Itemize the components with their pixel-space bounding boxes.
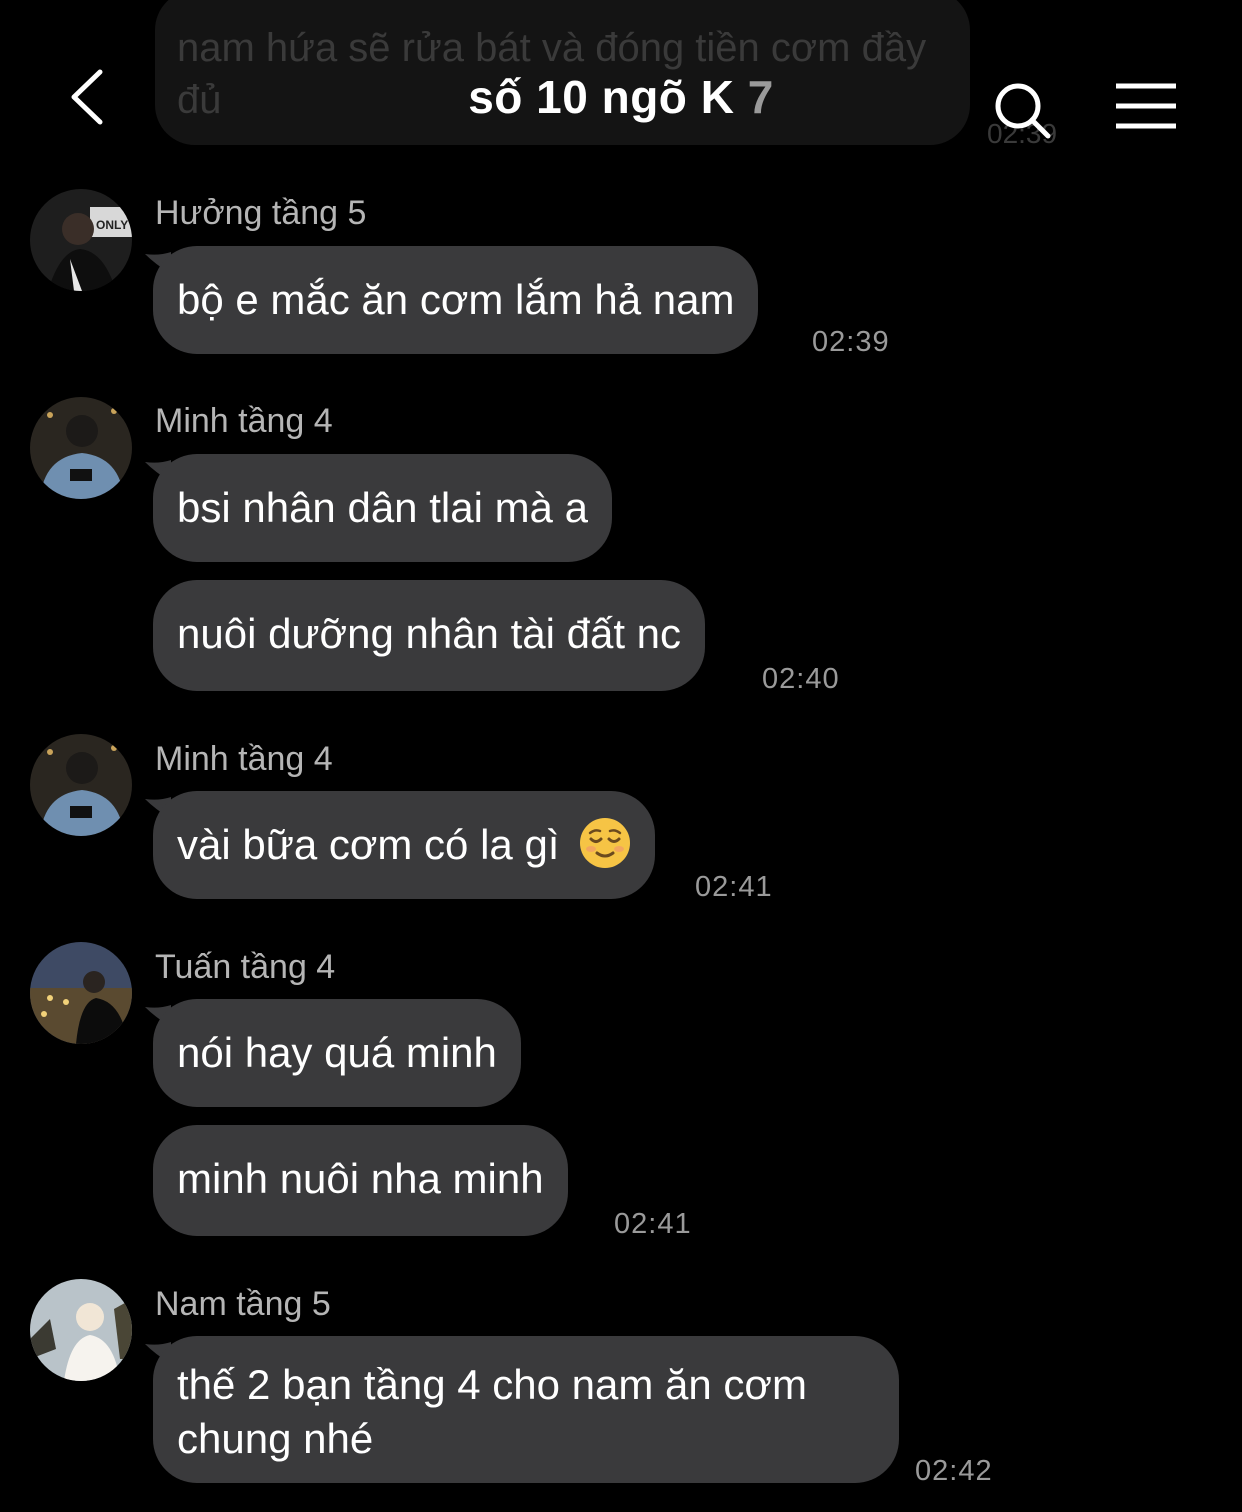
message-bubble[interactable]: bsi nhân dân tlai mà a	[153, 454, 612, 562]
message-time: 02:42	[915, 1455, 993, 1487]
message-time: 02:41	[614, 1208, 692, 1240]
sender-name: Hưởng tầng 5	[155, 194, 367, 232]
avatar-huong[interactable]: ONLY	[30, 189, 132, 291]
avatar-tuan[interactable]	[30, 942, 132, 1044]
hamburger-menu-icon	[1116, 83, 1176, 129]
svg-text:ONLY: ONLY	[96, 218, 128, 232]
message-time: 02:40	[762, 663, 840, 695]
message-time: 02:39	[812, 326, 890, 358]
search-button[interactable]	[992, 80, 1054, 142]
avatar-nam[interactable]	[30, 1279, 132, 1381]
conversation-name: số 10 ngõ K	[468, 71, 735, 123]
message-time: 02:41	[695, 871, 773, 903]
chat-screen: nam hứa sẽ rửa bát và đóng tiền cơm đầy …	[0, 0, 1242, 1512]
message-text: thế 2 bạn tầng 4 cho nam ăn cơm chung nh…	[177, 1361, 807, 1462]
message-bubble[interactable]: minh nuôi nha minh	[153, 1125, 568, 1236]
message-text: bộ e mắc ăn cơm lắm hả nam	[177, 276, 735, 323]
message-bubble[interactable]: bộ e mắc ăn cơm lắm hả nam	[153, 246, 759, 354]
message-bubble[interactable]: vài bữa cơm có la gì	[153, 791, 656, 899]
message-text: vài bữa cơm có la gì	[177, 821, 560, 868]
avatar-minh[interactable]	[30, 734, 132, 836]
conversation-title: số 10 ngõ K 7	[0, 70, 1242, 124]
message-text: nói hay quá minh	[177, 1029, 497, 1076]
relieved-face-emoji	[580, 818, 631, 868]
message-text: nuôi dưỡng nhân tài đất nc	[177, 610, 682, 657]
sender-name: Minh tầng 4	[155, 740, 333, 778]
message-text: bsi nhân dân tlai mà a	[177, 484, 588, 531]
sender-name: Nam tầng 5	[155, 1285, 331, 1323]
message-bubble[interactable]: nói hay quá minh	[153, 999, 521, 1107]
member-count: 7	[747, 71, 774, 123]
message-text: minh nuôi nha minh	[177, 1155, 544, 1202]
menu-button[interactable]	[1114, 82, 1178, 132]
avatar-minh[interactable]	[30, 397, 132, 499]
sender-name: Tuấn tầng 4	[155, 948, 336, 986]
search-icon	[995, 83, 1051, 139]
sender-name: Minh tầng 4	[155, 402, 333, 440]
message-bubble[interactable]: nuôi dưỡng nhân tài đất nc	[153, 580, 706, 691]
message-bubble[interactable]: thế 2 bạn tầng 4 cho nam ăn cơm chung nh…	[153, 1336, 899, 1483]
